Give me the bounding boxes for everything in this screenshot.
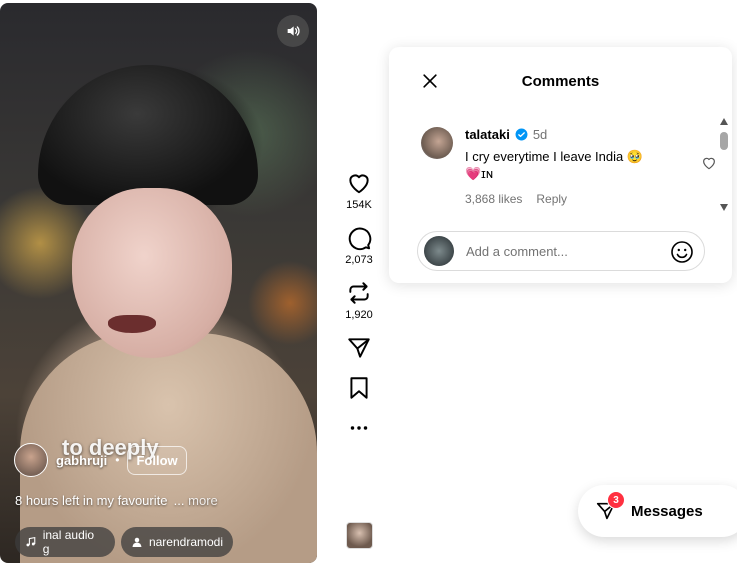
add-comment-box bbox=[417, 231, 705, 271]
comments-title: Comments bbox=[521, 73, 600, 90]
messages-button[interactable]: 3 Messages bbox=[578, 485, 737, 537]
repost-action[interactable]: 1,920 bbox=[345, 280, 373, 321]
speaker-icon bbox=[287, 26, 300, 36]
video-subject-mouth bbox=[108, 315, 156, 333]
audio-chip-label: inal audio g bbox=[42, 528, 100, 556]
caption-text: 8 hours left in my favourite ... bbox=[15, 493, 185, 508]
messages-icon-wrap: 3 bbox=[595, 491, 625, 522]
video-subject-face bbox=[72, 188, 232, 358]
scroll-down-arrow[interactable] bbox=[720, 204, 728, 211]
author-row: gabhruji • Follow bbox=[14, 443, 187, 477]
more-dots-icon bbox=[350, 426, 368, 430]
video-subject-helmet bbox=[38, 65, 258, 205]
comment-text-line2: 💗ɪɴ bbox=[465, 166, 493, 181]
comment-action[interactable]: 2,073 bbox=[345, 225, 373, 266]
more-link[interactable]: more bbox=[188, 493, 218, 508]
author-avatar[interactable] bbox=[14, 443, 48, 477]
separator-dot: • bbox=[115, 453, 120, 467]
tagged-user-label: narendramodi bbox=[148, 535, 223, 549]
emoji-icon[interactable] bbox=[670, 240, 694, 264]
repost-icon bbox=[349, 282, 369, 304]
comment-time: 5d bbox=[532, 127, 548, 142]
follow-button[interactable]: Follow bbox=[127, 445, 187, 475]
commenter-username[interactable]: talataki bbox=[465, 127, 510, 142]
comments-panel: Comments talataki 5d I cry everytime I l… bbox=[389, 47, 732, 283]
messages-label: Messages bbox=[631, 502, 703, 520]
comment-meta: 3,868 likes Reply bbox=[465, 192, 665, 206]
sound-toggle-button[interactable] bbox=[277, 15, 309, 47]
audio-chip[interactable]: inal audio g bbox=[15, 527, 115, 557]
send-icon bbox=[348, 338, 370, 358]
comment-bubble-icon bbox=[348, 227, 372, 251]
comment-like-heart-icon[interactable] bbox=[701, 155, 717, 171]
scrollbar-thumb[interactable] bbox=[720, 132, 728, 150]
heart-icon bbox=[349, 174, 369, 194]
video-caption: 8 hours left in my favourite ... more bbox=[15, 493, 218, 508]
music-note-icon bbox=[26, 536, 36, 547]
save-action[interactable] bbox=[346, 375, 372, 401]
more-options-action[interactable] bbox=[346, 415, 372, 441]
reply-link[interactable]: Reply bbox=[536, 192, 567, 206]
like-count: 154K bbox=[346, 199, 372, 211]
comment-body: talataki 5d I cry everytime I leave Indi… bbox=[465, 127, 665, 206]
tagged-user-chip[interactable]: narendramodi bbox=[121, 527, 233, 557]
comment-likes[interactable]: 3,868 likes bbox=[465, 192, 522, 206]
reels-page: to deeply gabhruji • Follow 8 hours left… bbox=[0, 0, 737, 563]
share-action[interactable] bbox=[346, 335, 372, 361]
verified-badge-icon bbox=[515, 128, 528, 141]
audio-thumbnail[interactable] bbox=[346, 522, 373, 549]
scroll-up-arrow[interactable] bbox=[720, 118, 728, 125]
unread-badge: 3 bbox=[607, 491, 625, 509]
bookmark-icon bbox=[350, 377, 368, 399]
add-comment-input[interactable] bbox=[466, 243, 656, 259]
current-user-avatar bbox=[424, 236, 454, 266]
commenter-avatar[interactable] bbox=[421, 127, 453, 159]
reel-video[interactable]: to deeply gabhruji • Follow 8 hours left… bbox=[0, 3, 317, 563]
comment-text: I cry everytime I leave India 🥹 💗ɪɴ bbox=[465, 148, 665, 182]
person-icon bbox=[132, 537, 142, 547]
comment-header: talataki 5d bbox=[465, 127, 665, 142]
comment-count: 2,073 bbox=[345, 254, 373, 266]
repost-count: 1,920 bbox=[345, 309, 373, 321]
like-action[interactable]: 154K bbox=[346, 170, 372, 211]
comment-text-line1: I cry everytime I leave India 🥹 bbox=[465, 149, 644, 164]
author-username[interactable]: gabhruji bbox=[56, 453, 107, 468]
actions-column: 154K 2,073 1,920 bbox=[339, 170, 379, 455]
